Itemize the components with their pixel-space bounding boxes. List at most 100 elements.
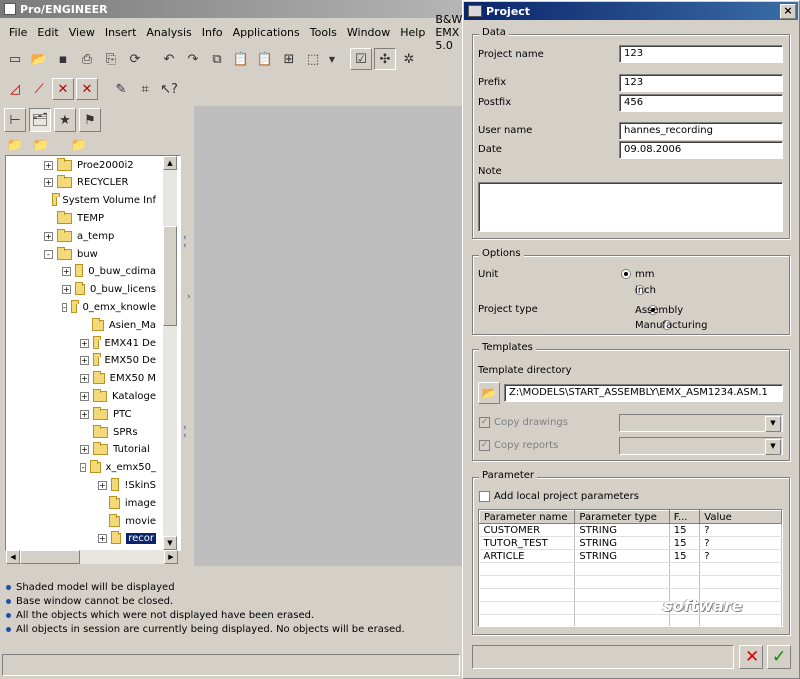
copy-reports-checkbox[interactable]: ✓ xyxy=(479,440,490,451)
menu-window[interactable]: Window xyxy=(342,26,395,39)
chevron-down-icon-2[interactable]: ▼ xyxy=(765,439,781,455)
mirror-icon[interactable]: ⊞ xyxy=(278,48,300,70)
tree-expander-icon[interactable]: - xyxy=(62,302,67,312)
table-cell[interactable] xyxy=(574,601,670,615)
tree-item[interactable]: Asien_Ma xyxy=(80,316,156,334)
table-cell[interactable] xyxy=(699,614,782,626)
connections-tab-icon[interactable]: ⚑ xyxy=(79,108,101,132)
user-name-input[interactable]: hannes_recording xyxy=(619,122,783,140)
tree-expander-icon[interactable]: + xyxy=(80,356,89,366)
scroll-thumb[interactable] xyxy=(163,226,177,326)
table-cell[interactable]: 15 xyxy=(669,523,701,537)
table-cell[interactable] xyxy=(479,575,576,589)
dropdown-arrow-icon[interactable]: ▼ xyxy=(326,48,338,70)
table-cell[interactable]: STRING xyxy=(574,549,670,563)
sketch-plane-icon[interactable]: ◿ xyxy=(4,78,26,100)
template-dir-input[interactable]: Z:\MODELS\START_ASSEMBLY\EMX_ASM1234.ASM… xyxy=(504,384,783,402)
model-tree-tab-icon[interactable]: ⊢ xyxy=(4,108,26,132)
print-icon[interactable]: ⎙ xyxy=(76,48,98,70)
tree-item[interactable]: +0_buw_cdima xyxy=(62,263,156,281)
tree-item[interactable]: + Kataloge xyxy=(80,387,156,405)
table-cell[interactable] xyxy=(669,575,701,589)
sash-expand-icon[interactable]: › xyxy=(187,292,191,302)
table-cell[interactable] xyxy=(479,601,576,615)
new-file-icon[interactable]: ▭ xyxy=(4,48,26,70)
column-header[interactable]: Parameter type xyxy=(574,510,670,524)
tree-expander-icon[interactable]: + xyxy=(44,178,53,188)
tree-item[interactable]: + EMX41 De xyxy=(80,334,156,352)
tree-item[interactable]: - 0_emx_knowle xyxy=(62,298,156,316)
model-tree-tool-icon[interactable]: ⌗ xyxy=(134,78,156,100)
table-row[interactable]: ARTICLE STRING 15? xyxy=(479,549,782,563)
tree-item[interactable]: image xyxy=(98,494,156,512)
folder-add-icon[interactable]: 📁 xyxy=(68,134,90,156)
project-name-input[interactable]: 123 xyxy=(619,45,783,63)
table-cell[interactable]: 15 xyxy=(669,549,701,563)
column-header[interactable]: F... xyxy=(668,510,701,524)
print-preview-icon[interactable]: ⎘ xyxy=(100,48,122,70)
paste-special-icon[interactable]: 📋 xyxy=(254,48,276,70)
open-folder-icon[interactable]: 📂 xyxy=(28,48,50,70)
redo-icon[interactable]: ↷ xyxy=(182,48,204,70)
menu-insert[interactable]: Insert xyxy=(100,26,142,39)
prefix-input[interactable]: 123 xyxy=(619,74,783,92)
tree-item[interactable]: movie xyxy=(98,512,156,530)
cancel-button[interactable]: ✕ xyxy=(739,645,763,669)
table-cell[interactable]: ? xyxy=(699,523,782,537)
menu-file[interactable]: File xyxy=(4,26,32,39)
folder-browser-tab-icon[interactable]: 🗂 xyxy=(29,108,51,132)
table-cell[interactable] xyxy=(574,588,670,602)
tree-expander-icon[interactable]: + xyxy=(80,445,89,455)
graphics-area[interactable] xyxy=(194,106,462,566)
tree-item[interactable]: System Volume Inf xyxy=(44,192,156,210)
table-cell[interactable]: ARTICLE xyxy=(479,549,576,563)
select-box-icon[interactable]: ⬚ xyxy=(302,48,324,70)
regenerate-icon[interactable]: ⟳ xyxy=(124,48,146,70)
check-icon[interactable]: ☑ xyxy=(350,48,372,70)
table-cell[interactable] xyxy=(574,614,670,626)
menu-edit[interactable]: Edit xyxy=(32,26,63,39)
table-cell[interactable] xyxy=(699,562,782,576)
tree-item[interactable]: +0_buw_licens xyxy=(62,281,156,299)
copy-drawings-checkbox[interactable]: ✓ xyxy=(479,417,490,428)
sash-collapse-icon[interactable]: ‹ ‹ xyxy=(183,234,187,251)
table-cell[interactable]: TUTOR_TEST xyxy=(479,536,576,550)
close-icon[interactable]: × xyxy=(780,4,796,19)
tree-expander-icon[interactable]: - xyxy=(44,249,53,259)
datum-coord-icon[interactable]: ✕ xyxy=(76,78,98,100)
tree-item[interactable]: + EMX50 De xyxy=(80,352,156,370)
menu-view[interactable]: View xyxy=(64,26,100,39)
tree-vscrollbar[interactable]: ▲ ▼ xyxy=(163,156,177,550)
unit-mm-radio[interactable] xyxy=(621,269,631,279)
tree-item[interactable]: + RECYCLER xyxy=(44,174,156,192)
note-textarea[interactable] xyxy=(478,182,783,232)
scroll-up-arrow[interactable]: ▲ xyxy=(163,156,177,170)
sketch-tool-icon[interactable]: ✎ xyxy=(110,78,132,100)
add-local-params-checkbox[interactable] xyxy=(479,491,490,502)
table-row[interactable] xyxy=(479,575,782,589)
table-row[interactable] xyxy=(479,562,782,576)
tree-item[interactable]: + EMX50 M xyxy=(80,370,156,388)
paste-icon[interactable]: 📋 xyxy=(230,48,252,70)
tree-item[interactable]: - x_emx50_ xyxy=(80,459,156,477)
navigator-sash[interactable]: ‹ ‹ › ‹ ‹ xyxy=(181,106,193,566)
copy-icon[interactable]: ⧉ xyxy=(206,48,228,70)
tree-expander-icon[interactable]: + xyxy=(62,267,71,277)
browse-folder-button[interactable]: 📂 xyxy=(478,382,500,404)
date-input[interactable]: 09.08.2006 xyxy=(619,141,783,159)
table-row[interactable]: TUTOR_TEST STRING 15? xyxy=(479,536,782,550)
table-cell[interactable]: STRING xyxy=(574,523,670,537)
tree-item[interactable]: + Tutorial xyxy=(80,441,156,459)
tree-expander-icon[interactable]: - xyxy=(80,463,87,473)
table-cell[interactable] xyxy=(669,614,701,626)
tree-expander-icon[interactable]: + xyxy=(80,338,89,348)
menu-tools[interactable]: Tools xyxy=(305,26,342,39)
scroll-left-arrow[interactable]: ◀ xyxy=(6,550,20,564)
scroll-right-arrow[interactable]: ▶ xyxy=(164,550,178,564)
undo-icon[interactable]: ↶ xyxy=(158,48,180,70)
folder-up-icon[interactable]: 📁 xyxy=(4,134,26,156)
hscroll-thumb[interactable] xyxy=(20,550,80,564)
tree-expander-icon[interactable]: + xyxy=(80,409,89,419)
scroll-down-arrow[interactable]: ▼ xyxy=(163,536,177,550)
table-cell[interactable] xyxy=(669,562,701,576)
